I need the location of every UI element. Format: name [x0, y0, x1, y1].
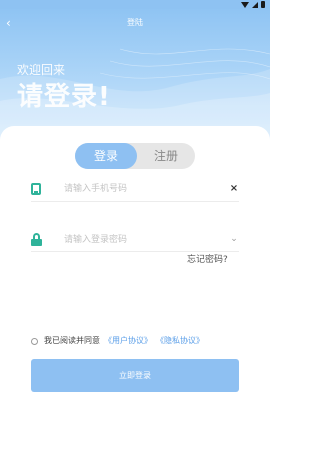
- password-toggle-icon[interactable]: ⌄: [229, 234, 239, 244]
- agreement-row: 我已阅读并同意 《用户协议》 《隐私协议》: [31, 335, 204, 347]
- clear-icon[interactable]: ×: [229, 183, 239, 195]
- page-title: 登陆: [127, 18, 143, 27]
- login-button[interactable]: 立即登录: [31, 359, 239, 392]
- hero-header: ‹ 登陆 欢迎回来 请登录!: [0, 9, 270, 140]
- phone-input[interactable]: [64, 182, 224, 196]
- tab-register[interactable]: 注册: [137, 143, 195, 169]
- wifi-icon: [241, 1, 249, 8]
- agreement-text: 我已阅读并同意: [44, 336, 100, 345]
- password-divider: [31, 251, 239, 252]
- status-icons: [241, 0, 265, 9]
- login-headline: 请登录!: [17, 82, 111, 112]
- user-agreement-link[interactable]: 《用户协议》: [104, 335, 152, 347]
- tab-login[interactable]: 登录: [75, 143, 137, 169]
- status-bar: [0, 0, 270, 9]
- lock-icon: [31, 233, 42, 246]
- phone-icon: [31, 183, 41, 195]
- password-input[interactable]: [64, 233, 224, 247]
- battery-icon: [261, 1, 265, 8]
- phone-divider: [31, 201, 239, 202]
- login-card: [0, 126, 270, 450]
- agreement-checkbox[interactable]: [31, 337, 38, 345]
- signal-icon: [252, 1, 258, 8]
- lock-body: [31, 239, 42, 246]
- welcome-text: 欢迎回来: [17, 63, 66, 77]
- forgot-password-link[interactable]: 忘记密码?: [187, 254, 228, 266]
- privacy-policy-link[interactable]: 《隐私协议》: [156, 335, 204, 347]
